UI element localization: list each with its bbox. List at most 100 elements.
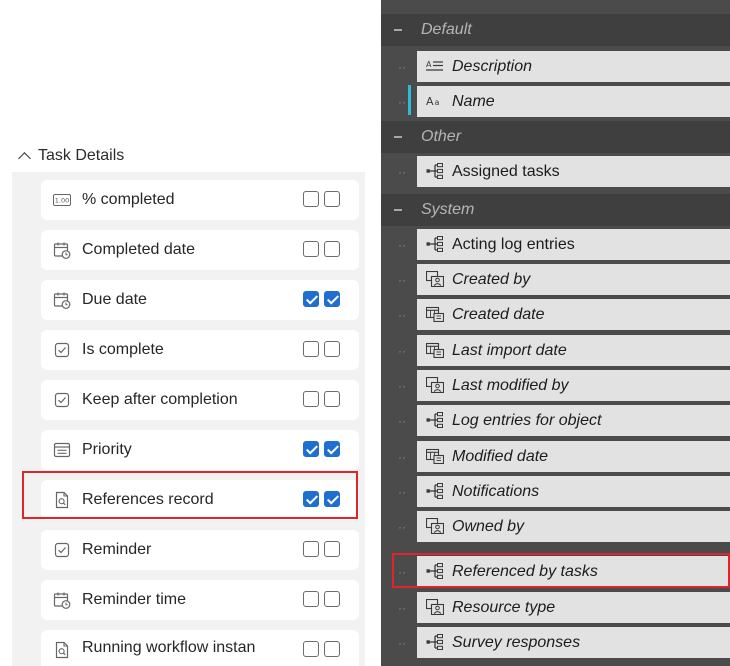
collapse-minus-icon[interactable] <box>394 29 402 31</box>
field-item-completed-date[interactable]: Completed date <box>41 230 359 270</box>
calendar-grid-icon <box>425 304 445 324</box>
tree-connector: ·· <box>398 95 406 109</box>
group-label: Default <box>421 21 472 38</box>
tree-connector: ·· <box>398 450 406 464</box>
relation-tree-icon <box>425 632 445 652</box>
task-details-panel: Task Details 1.00 % completed Completed … <box>0 0 370 666</box>
field-item-is-complete[interactable]: Is complete <box>41 330 359 370</box>
tree-item-label: Resource type <box>452 598 556 616</box>
tree-item-label: Last import date <box>452 341 567 359</box>
field-label: Reminder <box>82 541 152 558</box>
field-checkbox-2[interactable] <box>324 591 340 607</box>
field-checkbox-2[interactable] <box>324 241 340 257</box>
field-label: Due date <box>82 291 147 308</box>
field-item-percent-completed[interactable]: 1.00 % completed <box>41 180 359 220</box>
text-aa-icon: Aa <box>425 91 445 111</box>
relation-tree-icon <box>425 561 445 581</box>
tree-item-label: Name <box>452 92 495 110</box>
user-reference-icon <box>425 597 445 617</box>
field-checkbox-1[interactable] <box>303 341 319 357</box>
field-item-running-workflow-instances[interactable]: Running workflow instan <box>41 630 359 666</box>
svg-text:A: A <box>426 95 434 108</box>
tree-connector: ·· <box>398 485 406 499</box>
group-label: Other <box>421 128 462 145</box>
field-label: Priority <box>82 441 132 458</box>
field-item-keep-after-completion[interactable]: Keep after completion <box>41 380 359 420</box>
tree-item-notifications[interactable]: Notifications <box>417 476 730 507</box>
group-header-system[interactable]: System <box>381 194 730 226</box>
tree-item-description[interactable]: A Description <box>417 51 730 82</box>
tree-item-acting-log-entries[interactable]: Acting log entries <box>417 229 730 260</box>
field-checkbox-2[interactable] <box>324 391 340 407</box>
tree-item-modified-date[interactable]: Modified date <box>417 441 730 472</box>
group-header-other[interactable]: Other <box>381 121 730 153</box>
field-checkbox-1[interactable] <box>303 541 319 557</box>
tree-item-label: Created by <box>452 270 531 288</box>
tree-item-survey-responses[interactable]: Survey responses <box>417 627 730 658</box>
field-label: % completed <box>82 191 175 208</box>
tree-item-label: Description <box>452 57 533 75</box>
field-checkbox-2[interactable] <box>324 541 340 557</box>
field-checkbox-1[interactable] <box>303 491 319 507</box>
record-reference-icon <box>52 640 72 660</box>
user-reference-icon <box>425 269 445 289</box>
field-checkbox-1[interactable] <box>303 641 319 657</box>
field-checkbox-2[interactable] <box>324 491 340 507</box>
text-lines-icon: A <box>425 56 445 76</box>
field-checkbox-2[interactable] <box>324 641 340 657</box>
field-label: Running workflow instan <box>82 639 256 656</box>
relation-tree-icon <box>425 410 445 430</box>
field-list: 1.00 % completed Completed date Due date <box>12 172 365 666</box>
tree-item-label: Last modified by <box>452 376 569 394</box>
field-checkbox-1[interactable] <box>303 591 319 607</box>
tree-item-created-date[interactable]: Created date <box>417 299 730 330</box>
field-item-reminder-time[interactable]: Reminder time <box>41 580 359 620</box>
field-item-reminder[interactable]: Reminder <box>41 530 359 570</box>
field-checkbox-2[interactable] <box>324 341 340 357</box>
tree-item-label: Acting log entries <box>452 235 575 253</box>
field-item-references-record[interactable]: References record <box>41 480 359 520</box>
tree-connector: ·· <box>398 60 406 74</box>
tree-item-last-modified-by[interactable]: Last modified by <box>417 370 730 401</box>
checkbox-icon <box>52 390 72 410</box>
calendar-grid-icon <box>425 340 445 360</box>
field-item-due-date[interactable]: Due date <box>41 280 359 320</box>
field-item-priority[interactable]: Priority <box>41 430 359 470</box>
field-label: Reminder time <box>82 591 187 608</box>
field-checkbox-1[interactable] <box>303 241 319 257</box>
field-checkbox-1[interactable] <box>303 191 319 207</box>
tree-item-resource-type[interactable]: Resource type <box>417 592 730 623</box>
tree-item-created-by[interactable]: Created by <box>417 264 730 295</box>
collapse-minus-icon[interactable] <box>394 209 402 211</box>
tree-item-label: Assigned tasks <box>452 162 560 180</box>
relation-tree-icon <box>425 234 445 254</box>
relation-tree-icon <box>425 161 445 181</box>
field-checkbox-1[interactable] <box>303 291 319 307</box>
field-checkbox-2[interactable] <box>324 191 340 207</box>
section-title: Task Details <box>38 147 125 164</box>
task-details-section-header[interactable]: Task Details <box>18 143 125 169</box>
tree-connector: ·· <box>398 308 406 322</box>
tree-item-last-import-date[interactable]: Last import date <box>417 335 730 366</box>
field-checkbox-1[interactable] <box>303 441 319 457</box>
collapse-minus-icon[interactable] <box>394 136 402 138</box>
tree-item-assigned-tasks[interactable]: Assigned tasks <box>417 156 730 187</box>
tree-item-label: Notifications <box>452 482 540 500</box>
field-checkbox-2[interactable] <box>324 441 340 457</box>
tree-item-name[interactable]: Aa Name <box>417 86 730 117</box>
calendar-clock-icon <box>52 290 72 310</box>
tree-item-referenced-by-tasks[interactable]: Referenced by tasks <box>417 556 730 587</box>
tree-connector: ·· <box>398 520 406 534</box>
tree-item-log-entries-for-object[interactable]: Log entries for object <box>417 405 730 436</box>
svg-text:1.00: 1.00 <box>55 197 69 205</box>
svg-text:a: a <box>435 98 440 107</box>
group-header-default[interactable]: Default <box>381 14 730 46</box>
tree-item-label: Referenced by tasks <box>452 562 598 580</box>
field-checkbox-1[interactable] <box>303 391 319 407</box>
tree-item-owned-by[interactable]: Owned by <box>417 511 730 542</box>
tree-item-label: Survey responses <box>452 633 581 651</box>
chevron-up-icon <box>18 151 31 165</box>
field-label: Keep after completion <box>82 391 238 408</box>
field-checkbox-2[interactable] <box>324 291 340 307</box>
field-label: Completed date <box>82 241 195 258</box>
